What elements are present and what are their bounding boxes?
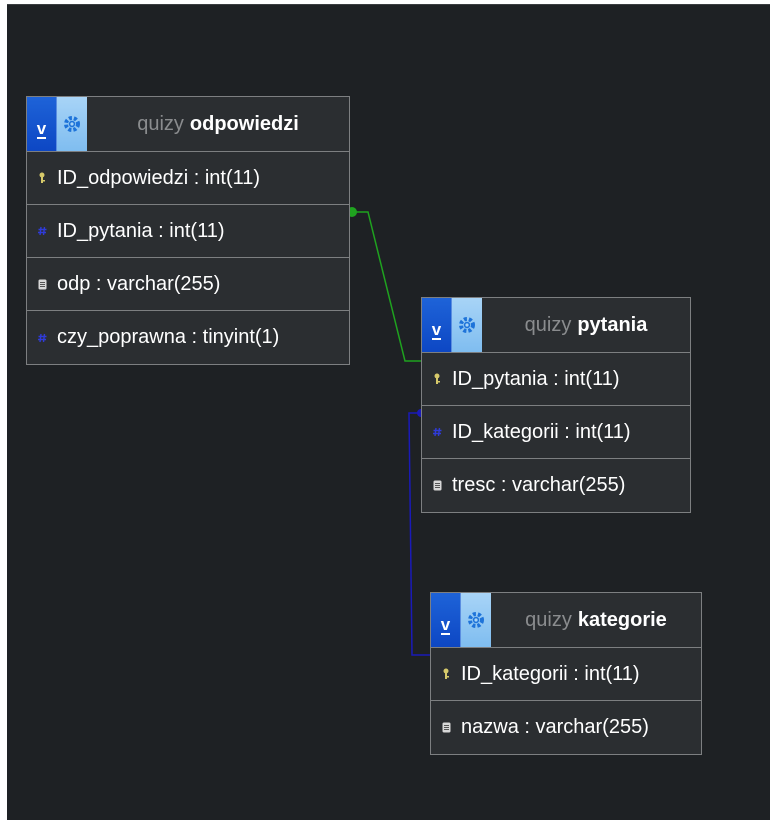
column-row[interactable]: ID_odpowiedzi : int(11) (27, 152, 349, 205)
column-row[interactable]: tresc : varchar(255) (422, 459, 690, 512)
column-row[interactable]: ID_kategorii : int(11) (431, 648, 701, 701)
gear-icon (64, 116, 80, 132)
gear-icon (459, 317, 475, 333)
table-odpowiedzi[interactable]: v quizy odpowiedzi ID_odpowiedzi : int(11… (26, 96, 350, 365)
text-icon (439, 722, 453, 733)
table-name: pytania (577, 313, 648, 336)
table-title[interactable]: quizy pytania (482, 314, 690, 337)
column-row[interactable]: ID_pytania : int(11) (422, 353, 690, 406)
toggle-columns-button[interactable]: v (431, 593, 461, 647)
table-title[interactable]: quizy odpowiedzi (87, 113, 349, 136)
table-header[interactable]: v quizy kategorie (431, 593, 701, 648)
table-options-button[interactable] (452, 298, 482, 352)
hash-icon (35, 333, 49, 343)
primary-key-icon (430, 373, 444, 385)
column-row[interactable]: czy_poprawna : tinyint(1) (27, 311, 349, 364)
hash-icon (35, 226, 49, 236)
column-row[interactable]: nazwa : varchar(255) (431, 701, 701, 754)
database-name: quizy (524, 313, 572, 336)
table-title[interactable]: quizy kategorie (491, 609, 701, 632)
database-name: quizy (525, 608, 572, 631)
column-row[interactable]: odp : varchar(255) (27, 258, 349, 311)
table-kategorie[interactable]: v quizy kategorie ID_kategorii : int(11) … (430, 592, 702, 755)
primary-key-icon (439, 668, 453, 680)
table-header[interactable]: v quizy pytania (422, 298, 690, 353)
table-options-button[interactable] (57, 97, 87, 151)
gear-icon (468, 612, 484, 628)
text-icon (35, 279, 49, 290)
text-icon (430, 480, 444, 491)
column-row[interactable]: ID_pytania : int(11) (27, 205, 349, 258)
table-name: odpowiedzi (189, 112, 299, 135)
toggle-columns-button[interactable]: v (422, 298, 452, 352)
table-pytania[interactable]: v quizy pytania ID_pytania : int(11) ID_k… (421, 297, 691, 513)
primary-key-icon (35, 172, 49, 184)
toggle-columns-button[interactable]: v (27, 97, 57, 151)
table-name: kategorie (577, 608, 667, 631)
hash-icon (430, 427, 444, 437)
column-row[interactable]: ID_kategorii : int(11) (422, 406, 690, 459)
table-options-button[interactable] (461, 593, 491, 647)
table-header[interactable]: v quizy odpowiedzi (27, 97, 349, 152)
database-name: quizy (137, 112, 184, 135)
